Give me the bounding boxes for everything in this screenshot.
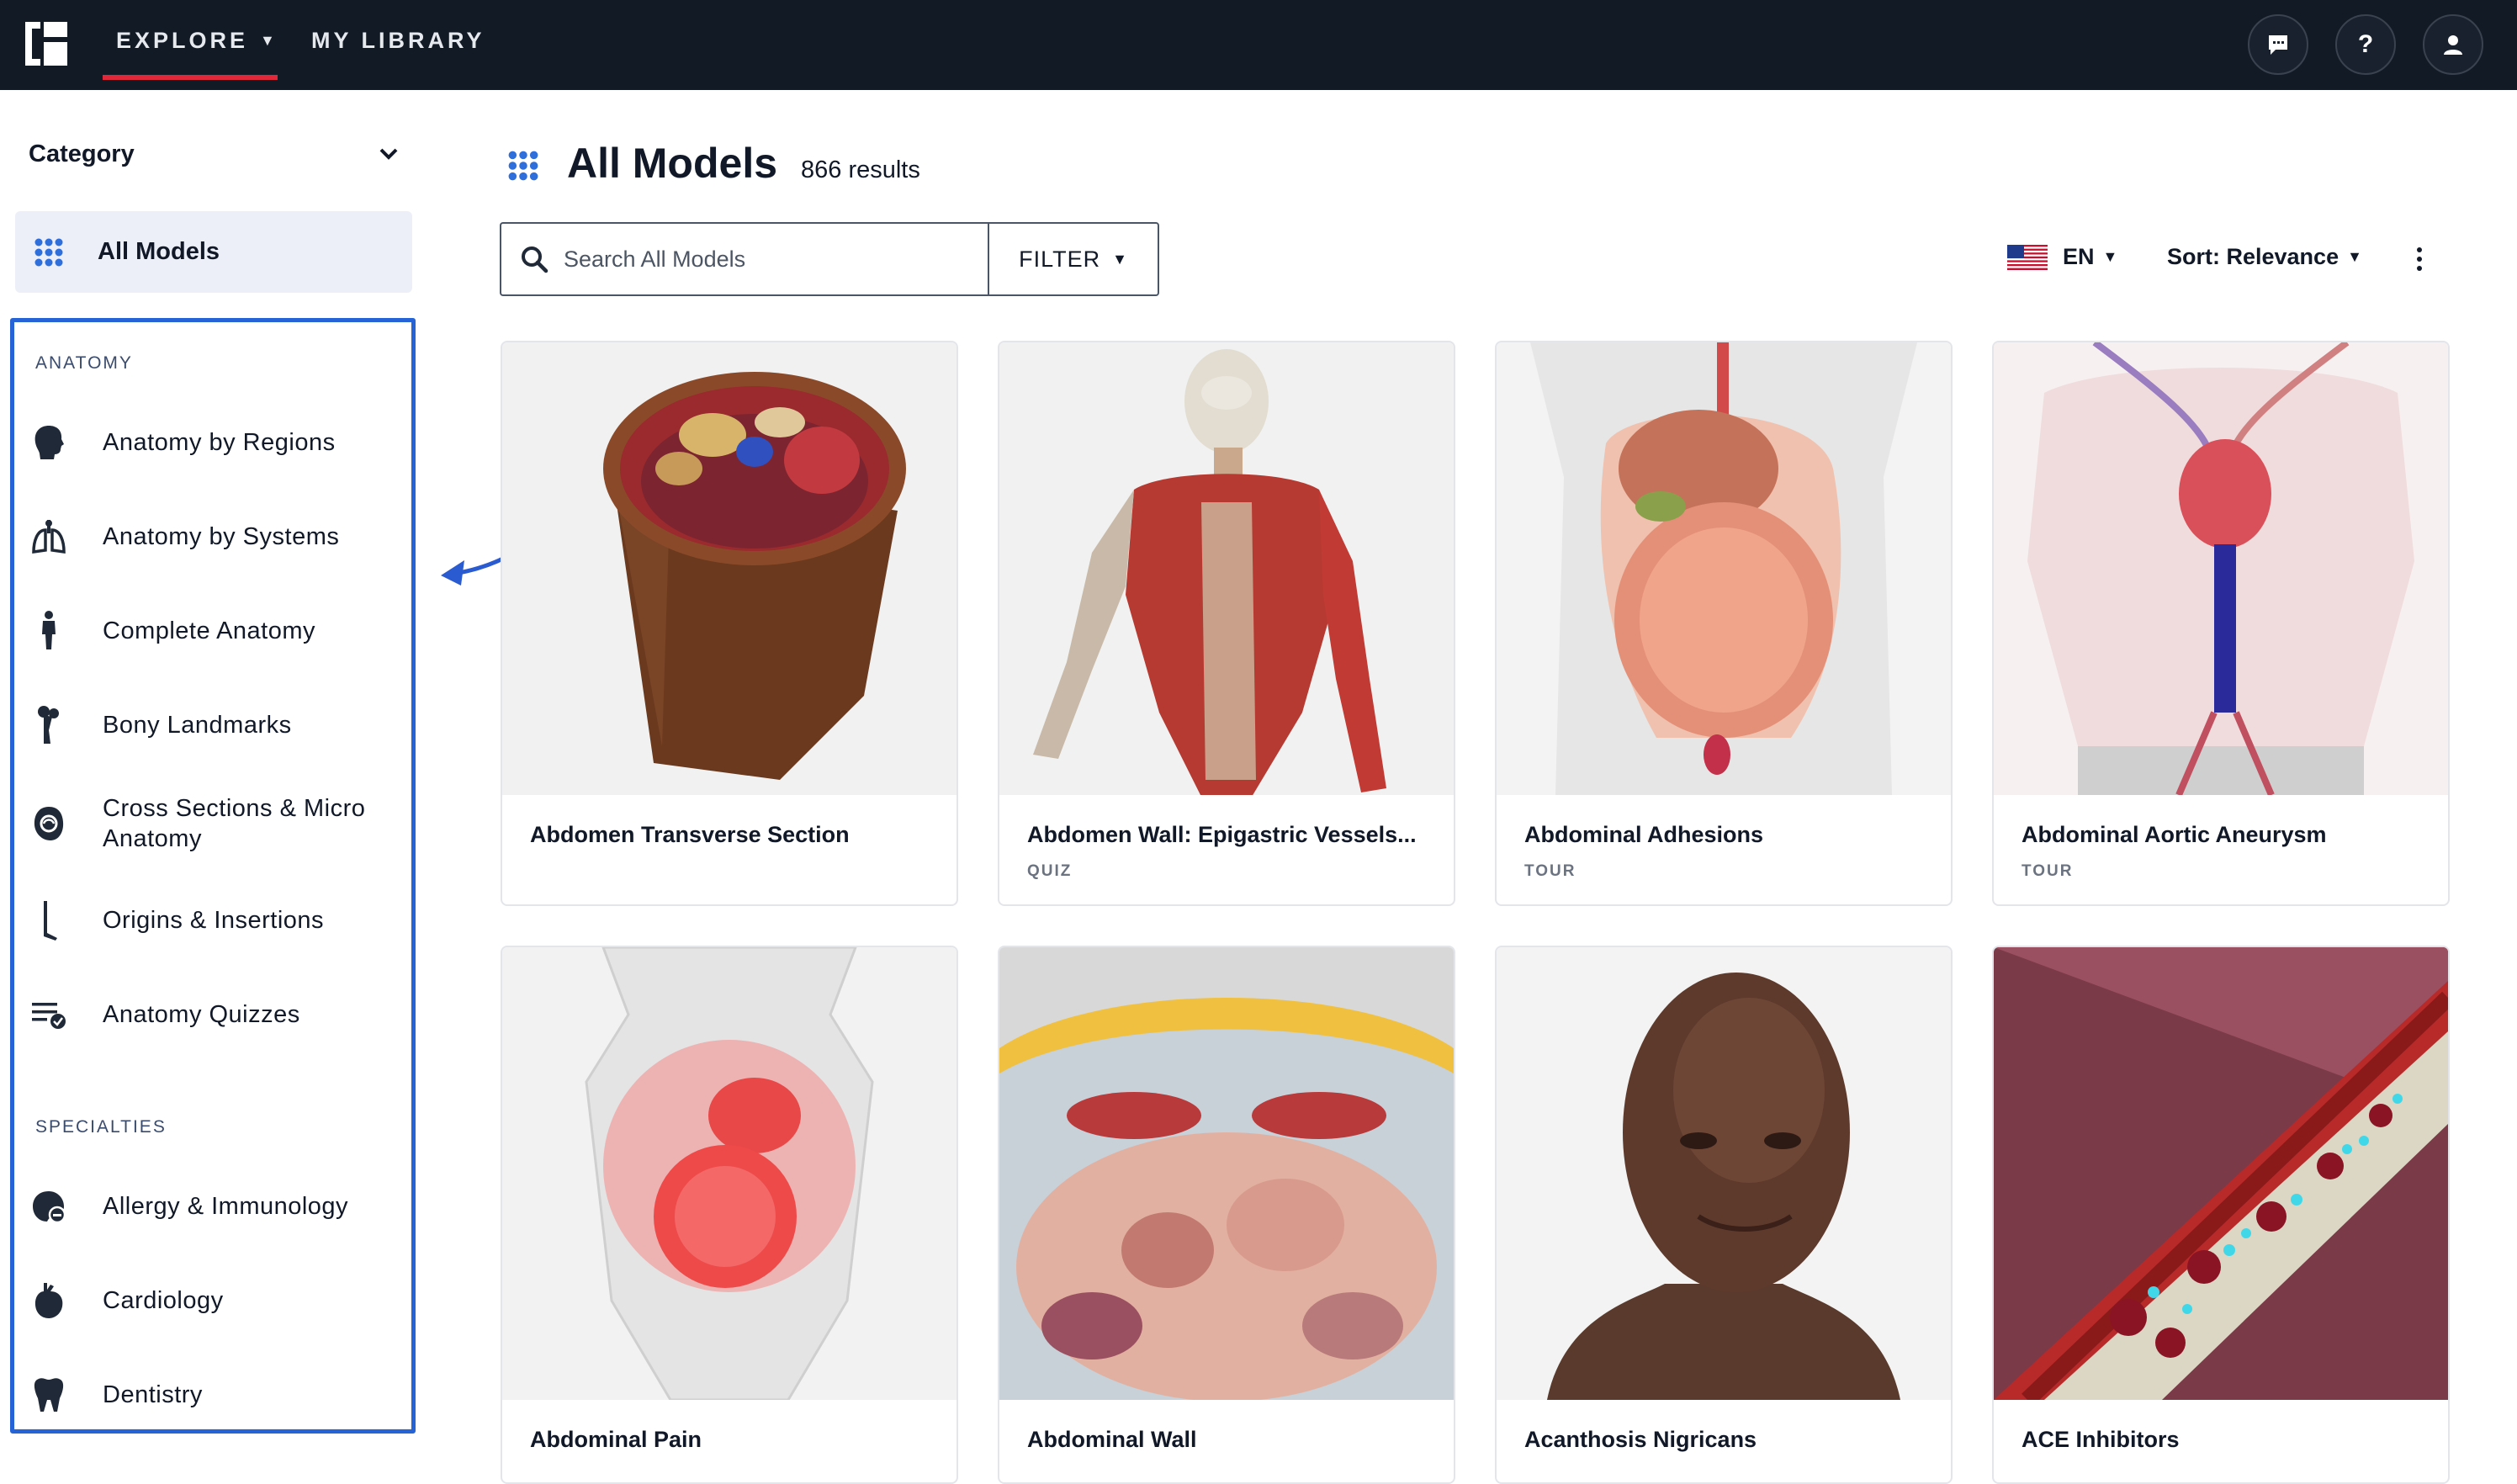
language-label: EN [2063,244,2095,269]
category-dropdown[interactable]: Category [29,135,399,173]
search-placeholder: Search All Models [564,246,746,272]
model-title: Abdominal Wall [1027,1427,1197,1452]
caret-down-icon: ▼ [2102,248,2118,265]
model-card[interactable]: Acanthosis Nigricans [1495,946,1953,1484]
model-card[interactable]: Abdominal Wall [998,946,1455,1484]
model-thumbnail [1497,947,1951,1400]
sidebar-item-label: Anatomy by Regions [103,429,336,456]
model-card[interactable]: Abdomen Wall: Epigastric Vessels... QUIZ [998,341,1455,906]
language-selector[interactable]: EN ▼ [2007,244,2117,270]
caret-down-icon: ▼ [1112,250,1128,268]
caret-down-icon: ▼ [2347,248,2362,265]
model-card[interactable]: Abdominal Adhesions TOUR [1495,341,1953,906]
top-bar: EXPLORE ▼ MY LIBRARY ? [0,0,2517,90]
model-title: Acanthosis Nigricans [1524,1427,1757,1452]
help-button[interactable]: ? [2335,14,2396,75]
model-card[interactable]: Abdominal Pain [501,946,958,1484]
sort-label: Sort: Relevance [2167,244,2339,269]
model-thumbnail [1994,947,2448,1400]
immunology-icon [29,1186,69,1227]
model-thumbnail [1497,342,1951,795]
leg-icon [29,900,69,941]
model-thumbnail [502,947,956,1400]
sidebar-item-label: Bony Landmarks [103,712,292,739]
sidebar-item-cardiology[interactable]: Cardiology [29,1265,407,1336]
search-input[interactable]: Search All Models [500,222,993,296]
sidebar-item-all-models[interactable]: All Models [15,211,412,293]
page-title: All Models [567,140,778,187]
model-tag: QUIZ [1027,862,1073,880]
chat-button[interactable] [2248,14,2308,75]
tooth-icon [29,1375,69,1415]
sidebar-item-label: Dentistry [103,1381,203,1408]
model-title: Abdominal Pain [530,1427,702,1452]
category-label: Category [29,140,135,167]
sort-dropdown[interactable]: Sort: Relevance ▼ [2167,244,2362,270]
sidebar-item-label: Cross Sections & Micro Anatomy [103,795,366,852]
lungs-icon [29,517,69,557]
sidebar-item-label: Cardiology [103,1287,224,1314]
sidebar-item-origins-insertions[interactable]: Origins & Insertions [29,885,407,956]
app-logo[interactable] [25,22,67,66]
cross-section-icon [29,803,69,844]
model-title: Abdominal Adhesions [1524,822,1764,847]
account-button[interactable] [2423,14,2483,75]
chat-icon [2269,35,2287,55]
nav-my-library[interactable]: MY LIBRARY [311,0,485,81]
model-title: ACE Inhibitors [2022,1427,2180,1452]
head-icon [29,422,69,463]
sidebar-item-label: Origins & Insertions [103,907,325,934]
sidebar-item-anatomy-by-regions[interactable]: Anatomy by Regions [29,407,407,478]
model-thumbnail [1994,342,2448,795]
sidebar-item-complete-anatomy[interactable]: Complete Anatomy [29,596,407,666]
caret-down-icon: ▼ [260,31,275,49]
more-options-icon[interactable] [2409,244,2430,274]
sidebar-item-label: Complete Anatomy [103,617,316,644]
quiz-icon [29,994,69,1035]
model-tag: TOUR [1524,862,1576,880]
help-icon: ? [2357,30,2374,58]
sidebar-item-label: All Models [98,238,220,265]
nav-active-indicator [103,75,278,80]
filter-button[interactable]: FILTER ▼ [988,222,1159,296]
nav-my-library-label: MY LIBRARY [311,27,485,53]
section-heading-specialties: SPECIALTIES [35,1117,167,1137]
model-thumbnail [999,342,1454,795]
sidebar-item-label: Anatomy Quizzes [103,1001,300,1028]
model-title: Abdominal Aortic Aneurysm [2022,822,2327,847]
model-thumbnail [502,342,956,795]
sidebar-item-label: Anatomy by Systems [103,523,340,550]
model-card[interactable]: ACE Inhibitors [1992,946,2450,1484]
sidebar-item-anatomy-by-systems[interactable]: Anatomy by Systems [29,501,407,572]
section-heading-anatomy: ANATOMY [35,353,133,373]
search-icon [522,246,548,273]
model-title: Abdomen Wall: Epigastric Vessels... [1027,822,1417,847]
sidebar-item-allergy-immunology[interactable]: Allergy & Immunology [29,1171,407,1242]
sidebar-item-bony-landmarks[interactable]: Bony Landmarks [29,690,407,761]
nav-explore-label: EXPLORE [116,27,249,53]
grid-icon [508,151,538,181]
sidebar-item-label: Allergy & Immunology [103,1193,349,1220]
model-card[interactable]: Abdomen Transverse Section [501,341,958,906]
sidebar-item-cross-sections[interactable]: Cross Sections & Micro Anatomy [29,786,407,861]
chevron-down-icon [379,148,398,160]
bone-icon [29,705,69,745]
model-thumbnail [999,947,1454,1400]
user-icon [2444,35,2462,55]
model-title: Abdomen Transverse Section [530,822,850,847]
filter-label: FILTER [1019,246,1101,272]
nav-explore[interactable]: EXPLORE ▼ [103,0,278,81]
sidebar-item-dentistry[interactable]: Dentistry [29,1359,407,1430]
body-icon [29,611,69,651]
model-tag: TOUR [2022,862,2074,880]
sidebar-item-anatomy-quizzes[interactable]: Anatomy Quizzes [29,979,407,1050]
model-card[interactable]: Abdominal Aortic Aneurysm TOUR [1992,341,2450,906]
heart-icon [29,1280,69,1321]
us-flag-icon [2007,244,2048,270]
grid-icon [34,238,63,266]
results-count: 866 results [801,156,920,183]
